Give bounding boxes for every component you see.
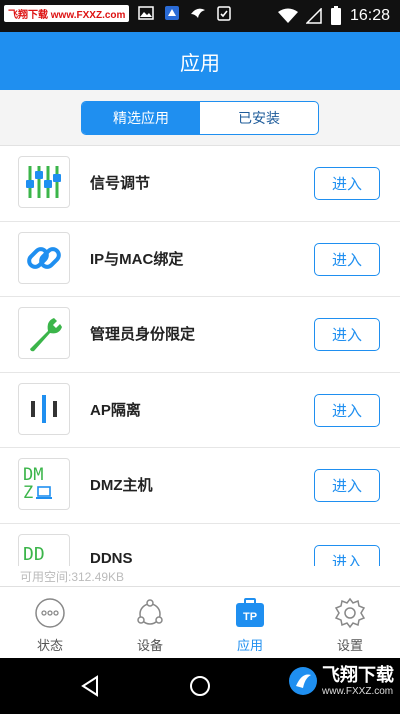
list-item: IP与MAC绑定 进入: [0, 221, 400, 297]
link-icon: [18, 231, 70, 284]
battery-icon: [330, 6, 341, 25]
gear-icon: [334, 597, 366, 629]
image-icon: [138, 6, 155, 20]
page-title: 应用: [180, 52, 220, 75]
computer-icon: [36, 486, 53, 499]
bottom-tab-apps[interactable]: TP 应用: [200, 587, 300, 658]
bottom-tab-devices[interactable]: 设备: [100, 587, 200, 658]
list-item: DM Z DMZ主机 进入: [0, 448, 400, 524]
app-name: AP隔离: [90, 401, 141, 419]
tab-installed[interactable]: 已安装: [200, 102, 318, 134]
free-space-label: 可用空间:312.49KB: [20, 570, 125, 584]
bottom-tab-label: 状态: [36, 638, 63, 653]
dmz-icon-text-2: Z: [23, 483, 34, 503]
status-bar: 飞翔下载 www.FXXZ.com 16:28: [0, 0, 400, 32]
app-name: DDNS: [90, 549, 133, 567]
bottom-tab-label: 设备: [136, 638, 163, 653]
tabs-container: 精选应用 已安装: [0, 90, 400, 146]
enter-button[interactable]: 进入: [314, 318, 380, 351]
isolation-icon: [18, 382, 70, 435]
home-button[interactable]: [186, 672, 214, 700]
bottom-tab-label: 设置: [336, 638, 363, 653]
app-name: DMZ主机: [90, 477, 153, 494]
bottom-tab-status[interactable]: 状态: [0, 587, 100, 658]
clock: 16:28: [349, 7, 390, 24]
wrench-icon: [18, 307, 70, 359]
status-icon: [34, 597, 66, 629]
app-name: 管理员身份限定: [90, 326, 196, 343]
back-icon: [81, 675, 98, 697]
home-icon: [190, 676, 210, 696]
enter-button[interactable]: 进入: [314, 469, 380, 502]
equalizer-icon: [18, 156, 70, 208]
enter-button[interactable]: 进入: [314, 393, 380, 427]
tp-badge-text: TP: [243, 611, 257, 623]
bird-icon: [191, 8, 206, 18]
tab-featured-apps[interactable]: 精选应用: [82, 102, 200, 134]
dmz-icon: DM Z: [18, 458, 70, 510]
app-header: 应用: [0, 32, 400, 90]
ddns-icon-text: DD: [23, 543, 45, 565]
tp-apps-icon: TP: [234, 597, 266, 629]
ddns-icon: DD: [18, 533, 70, 566]
back-button[interactable]: [76, 672, 104, 700]
clipboard-check-icon: [217, 6, 232, 21]
fxxz-logo-icon: [289, 667, 317, 696]
list-item: AP隔离 进入: [0, 372, 400, 448]
system-nav-bar: 飞翔下载 www.FXXZ.com: [0, 658, 400, 714]
status-bar-right: 16:28: [277, 6, 390, 26]
list-item: 管理员身份限定 进入: [0, 297, 400, 373]
list-item: DD DDNS 进入: [0, 523, 400, 567]
devices-icon: [134, 597, 166, 629]
app-list[interactable]: 信号调节 进入 IP与MAC绑定 进入 管理员身份限定 进入 AP隔离 进入 D…: [0, 146, 400, 566]
watermark-brand: 飞翔下载: [322, 665, 394, 685]
bottom-tab-bar: 状态 设备 TP 应用 设置: [0, 586, 400, 658]
list-item: 信号调节 进入: [0, 146, 400, 222]
dmz-icon-text-1: DM: [23, 465, 44, 485]
app-name: IP与MAC绑定: [90, 250, 184, 268]
enter-button[interactable]: 进入: [314, 167, 380, 200]
watermark-url: www.FXXZ.com: [322, 685, 394, 697]
wifi-icon: [277, 8, 298, 23]
bottom-tab-label: 应用: [236, 638, 263, 653]
enter-button[interactable]: 进入: [314, 242, 380, 276]
segmented-tabs: 精选应用 已安装: [81, 101, 319, 135]
signal-icon: [305, 8, 322, 24]
bottom-tab-settings[interactable]: 设置: [300, 587, 400, 658]
watermark-label: 飞翔下载 www.FXXZ.com: [4, 4, 130, 22]
status-bar-left: 飞翔下载 www.FXXZ.com: [4, 4, 233, 22]
watermark: 飞翔下载 www.FXXZ.com: [288, 665, 394, 697]
app-name: 信号调节: [90, 175, 151, 192]
app-icon: [165, 6, 180, 20]
enter-button[interactable]: 进入: [314, 544, 380, 566]
